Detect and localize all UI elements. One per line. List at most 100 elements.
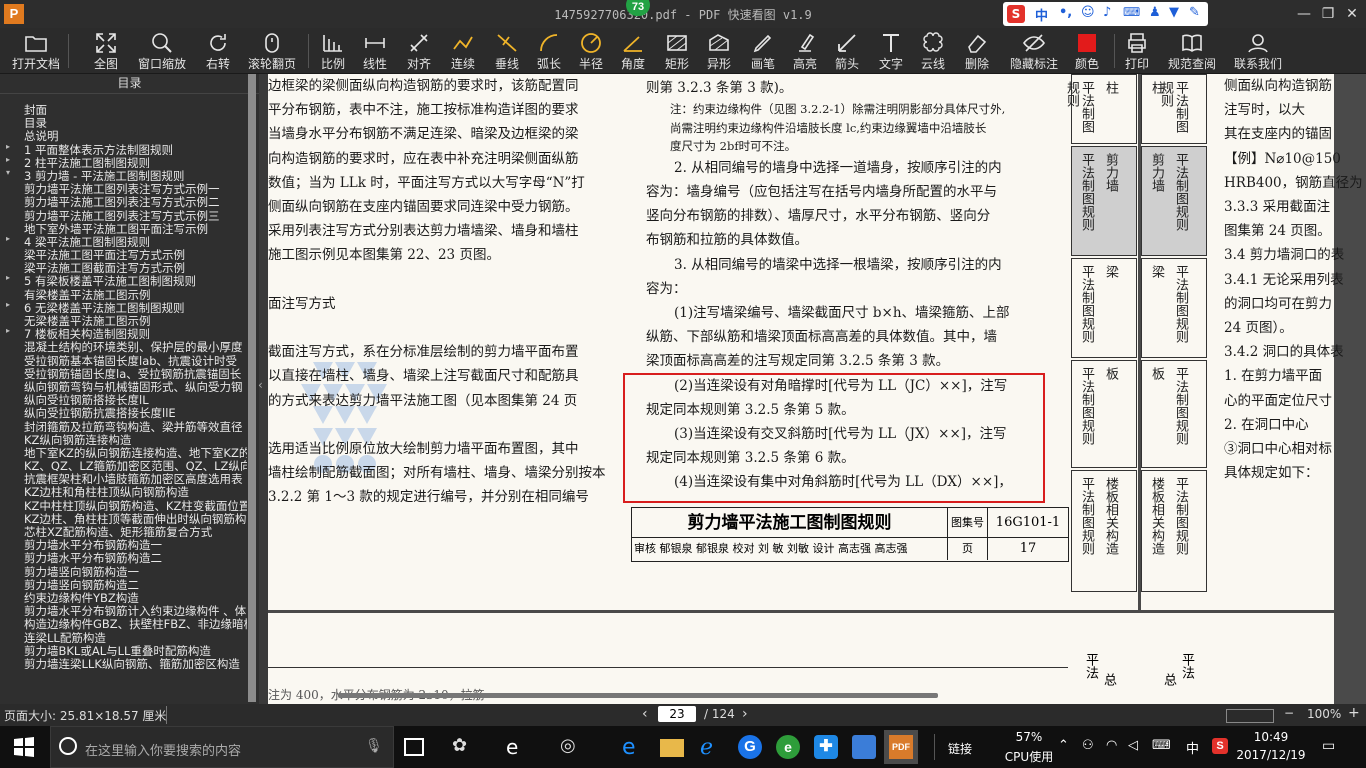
page-number-input[interactable]: 23 — [658, 706, 696, 722]
toc-item[interactable]: 地下室KZ的纵向钢筋连接构造、地下室KZ的 — [0, 445, 247, 458]
arrow-button[interactable]: 箭头 — [830, 28, 864, 74]
taskbar-search-box[interactable]: 在这里输入你要搜索的内容 🎙 — [50, 726, 394, 768]
microphone-icon[interactable]: 🎙 — [365, 738, 383, 754]
ime-toolbar[interactable]: S 中 •, ☺ ♪ ⌨ ♟ ▼ ✎ — [1003, 2, 1208, 26]
chapter-tab[interactable]: 平法制图规则梁 — [1071, 258, 1137, 358]
ie-icon[interactable]: ℯ — [700, 735, 724, 760]
windows-start-icon[interactable] — [12, 735, 36, 759]
toc-item[interactable]: KZ、QZ、LZ箍筋加密区范围、QZ、LZ纵向钢 — [0, 458, 247, 471]
chapter-tab[interactable]: 平法制图规则板 — [1071, 360, 1137, 468]
plus-app-icon[interactable]: ✚ — [814, 735, 838, 759]
toc-item[interactable]: KZ边柱和角柱柱顶纵向钢筋构造 — [0, 484, 247, 497]
open-document-button[interactable]: 打开文档 — [8, 28, 64, 74]
toc-item[interactable]: 梁平法施工图截面注写方式示例 — [0, 260, 247, 273]
desktop-app-icon[interactable] — [852, 735, 876, 759]
pen-button[interactable]: 画笔 — [746, 28, 780, 74]
zoom-in-button[interactable]: + — [1348, 705, 1360, 721]
toc-item[interactable]: 构造边缘构件GBZ、扶壁柱FBZ、非边缘暗柱 — [0, 616, 247, 629]
maximize-button[interactable]: ❐ — [1318, 4, 1338, 24]
toc-item[interactable]: ▾ 3 剪力墙 - 平法施工图制图规则 — [0, 168, 247, 181]
toc-item[interactable]: 剪力墙平法施工图列表注写方式示例一 — [0, 181, 247, 194]
toc-item[interactable]: ▸ 6 无梁楼盖平法施工图制图规则 — [0, 300, 247, 313]
align-measure-button[interactable]: 对齐 — [402, 28, 436, 74]
standards-lookup-button[interactable]: 规范查阅 — [1164, 28, 1220, 74]
toc-item[interactable]: 剪力墙竖向钢筋构造二 — [0, 577, 247, 590]
zoom-out-button[interactable]: − — [1284, 706, 1294, 720]
toc-item[interactable]: 芯柱XZ配筋构造、矩形箍筋复合方式 — [0, 524, 247, 537]
shirt-icon[interactable]: ▼ — [1169, 5, 1179, 20]
chapter-tab[interactable]: 板平法制图规则 — [1141, 360, 1207, 468]
toc-item[interactable]: 总说明 — [0, 128, 247, 141]
pinwheel-app-icon[interactable]: ✿ — [452, 735, 476, 759]
toc-item[interactable]: 剪力墙平法施工图列表注写方式示例二 — [0, 194, 247, 207]
angle-button[interactable]: 角度 — [616, 28, 650, 74]
toc-item[interactable]: ▸ 4 梁平法施工图制图规则 — [0, 234, 247, 247]
delete-button[interactable]: 删除 — [960, 28, 994, 74]
toc-item[interactable]: 抗震框架柱和小墙肢箍筋加密区高度选用表 — [0, 471, 247, 484]
toc-item[interactable]: 剪力墙BKL或AL与LL重叠时配筋构造 — [0, 643, 247, 656]
toc-item[interactable]: 纵向钢筋弯钩与机械锚固形式、纵向受力钢 — [0, 379, 247, 392]
mic-icon[interactable]: ♪ — [1103, 5, 1111, 20]
keyboard-tray-icon[interactable]: ⌨ — [1152, 738, 1171, 753]
horizontal-scrollbar[interactable] — [268, 692, 1366, 700]
toc-item[interactable]: ▸ 2 柱平法施工图制图规则 — [0, 155, 247, 168]
file-explorer-icon[interactable] — [660, 739, 684, 757]
continuous-measure-button[interactable]: 连续 — [446, 28, 480, 74]
g-app-icon[interactable]: G — [738, 735, 762, 759]
polygon-button[interactable]: 异形 — [702, 28, 736, 74]
scroll-page-button[interactable]: 滚轮翻页 — [244, 28, 300, 74]
edge-browser-icon[interactable]: e — [622, 735, 646, 760]
sogou-logo-icon[interactable]: S — [1007, 5, 1025, 23]
person-icon[interactable]: ♟ — [1149, 5, 1161, 20]
ie-browser-icon[interactable]: e — [506, 735, 530, 759]
toc-expand-icon[interactable]: ▸ — [6, 142, 10, 151]
pdf-viewer-taskbar-icon[interactable]: PDF — [884, 730, 918, 764]
toc-item[interactable]: 目录 — [0, 115, 247, 128]
ime-indicator[interactable]: 中 — [1186, 738, 1199, 757]
chapter-tab[interactable]: 平法制图规则 楼板相关构造 — [1071, 470, 1137, 592]
close-button[interactable]: ✕ — [1342, 4, 1362, 24]
ime-mode[interactable]: 中 — [1035, 5, 1048, 24]
chapter-tab[interactable]: 平法制图规则 剪力墙 — [1071, 146, 1137, 256]
minimize-button[interactable]: — — [1294, 4, 1314, 24]
toc-item[interactable]: ▸ 1 平面整体表示方法制图规则 — [0, 142, 247, 155]
toc-scrollbar[interactable] — [248, 74, 256, 702]
toc-item[interactable]: KZ中柱柱顶纵向钢筋构造、KZ柱变截面位置 — [0, 498, 247, 511]
cloud-line-button[interactable]: 云线 — [916, 28, 950, 74]
toc-item[interactable]: 剪力墙水平分布钢筋计入约束边缘构件 、体 — [0, 603, 247, 616]
toc-expand-icon[interactable]: ▾ — [6, 168, 10, 177]
wifi-icon[interactable]: ◠ — [1106, 738, 1117, 753]
toc-expand-icon[interactable]: ▸ — [6, 326, 10, 335]
toc-item[interactable]: KZ边柱、角柱柱顶等截面伸出时纵向钢筋构 — [0, 511, 247, 524]
toc-item[interactable]: 剪力墙平法施工图列表注写方式示例三 — [0, 208, 247, 221]
toc-item[interactable]: 封闭箍筋及拉筋弯钩构造、梁并筋等效直径 — [0, 419, 247, 432]
toc-item[interactable]: 地下室外墙平法施工图平面注写示例 — [0, 221, 247, 234]
contact-us-button[interactable]: 联系我们 — [1230, 28, 1286, 74]
highlight-button[interactable]: 高亮 — [788, 28, 822, 74]
toc-item[interactable]: 有梁楼盖平法施工图示例 — [0, 287, 247, 300]
toc-item[interactable]: 剪力墙竖向钢筋构造一 — [0, 564, 247, 577]
toc-expand-icon[interactable]: ▸ — [6, 234, 10, 243]
rectangle-button[interactable]: 矩形 — [660, 28, 694, 74]
clock-date[interactable]: 2017/12/19 — [1236, 748, 1306, 762]
task-view-icon[interactable] — [404, 738, 424, 756]
toc-item[interactable]: ▸ 5 有梁板楼盖平法施工图制图规则 — [0, 273, 247, 286]
toc-item[interactable]: 纵向受拉钢筋搭接长度lL — [0, 392, 247, 405]
toc-item[interactable]: 受拉钢筋基本锚固长度lab、抗震设计时受 — [0, 353, 247, 366]
toc-item[interactable]: 纵向受拉钢筋抗震搭接长度llE — [0, 405, 247, 418]
text-button[interactable]: 文字 — [874, 28, 908, 74]
tray-chevron-icon[interactable]: ⌃ — [1058, 738, 1069, 753]
browser-app-icon[interactable]: ◎ — [560, 735, 584, 759]
toc-item[interactable]: 受拉钢筋锚固长度la、受拉钢筋抗震锚固长 — [0, 366, 247, 379]
notification-center-icon[interactable]: ▭ — [1322, 738, 1335, 754]
hide-annotations-button[interactable]: 隐藏标注 — [1006, 28, 1062, 74]
emoji-icon[interactable]: ☺ — [1081, 5, 1095, 20]
print-button[interactable]: 打印 — [1120, 28, 1154, 74]
rotate-right-button[interactable]: 右转 — [198, 28, 238, 74]
next-page-icon[interactable]: › — [742, 706, 748, 722]
volume-icon[interactable]: ◁ — [1128, 738, 1138, 753]
toc-item[interactable]: KZ纵向钢筋连接构造 — [0, 432, 247, 445]
fit-all-button[interactable]: 全图 — [86, 28, 126, 74]
chapter-tab[interactable]: 平法制图规则柱 — [1064, 74, 1137, 144]
chapter-tab[interactable]: 剪力墙 平法制图规则 — [1141, 146, 1207, 256]
